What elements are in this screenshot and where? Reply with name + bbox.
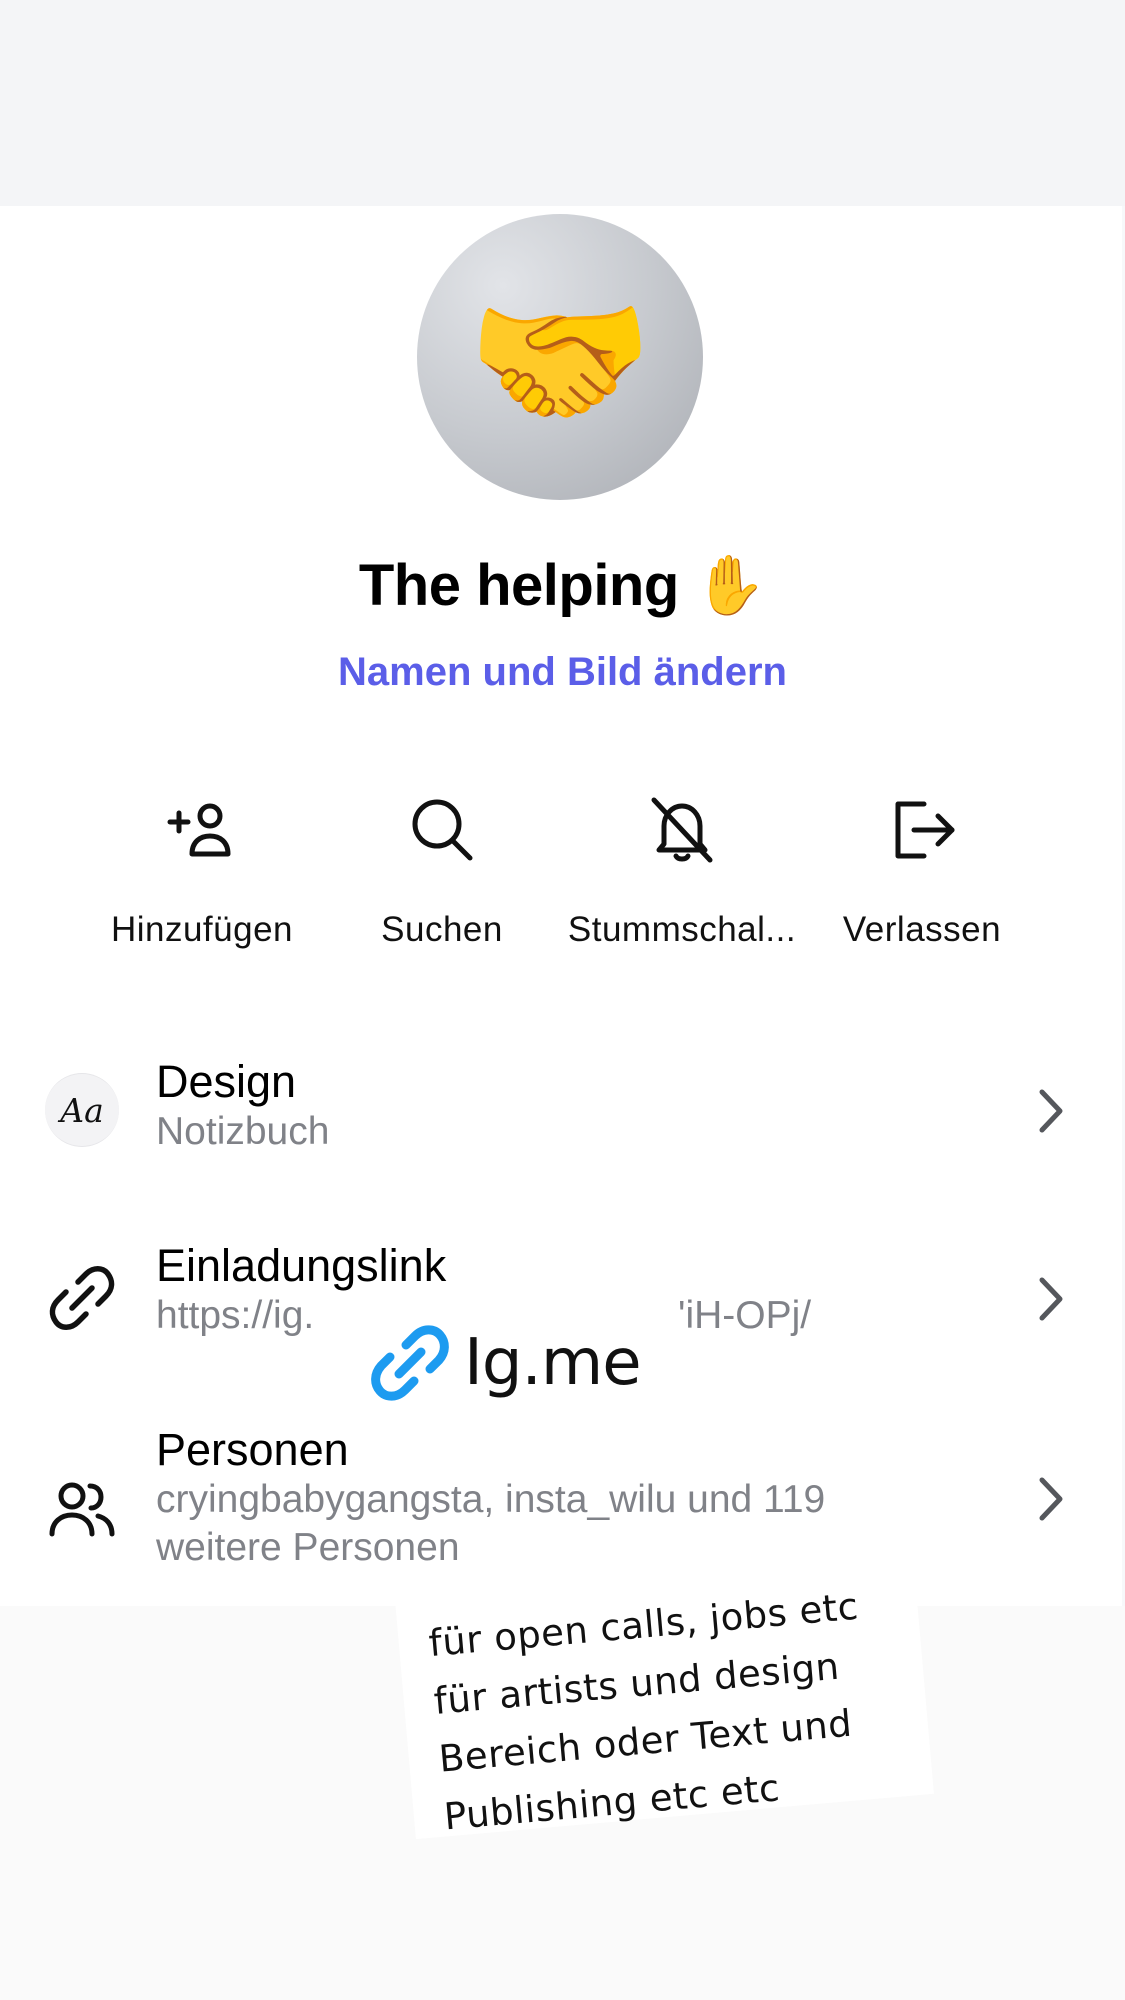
leave-label: Verlassen [842, 910, 1002, 949]
people-icon [44, 1470, 120, 1546]
search-button[interactable]: Suchen [322, 780, 562, 960]
top-background [0, 0, 1125, 206]
people-row[interactable]: Personen cryingbabygangsta, insta_wilu u… [0, 1418, 1122, 1578]
mute-button[interactable]: Stummschal... [562, 780, 802, 960]
link-icon [44, 1260, 120, 1336]
invite-link-title: Einladungslink [156, 1240, 447, 1291]
group-avatar[interactable]: 🤝 [417, 214, 703, 500]
people-title: Personen [156, 1424, 349, 1475]
search-label: Suchen [381, 910, 503, 949]
chevron-right-icon [1039, 1277, 1063, 1321]
bell-muted-icon [651, 797, 713, 863]
group-name: The helping ✋ [358, 553, 767, 618]
theme-icon: Aa [44, 1072, 120, 1148]
search-icon [412, 799, 473, 861]
design-title: Design [156, 1056, 297, 1107]
invite-link-url-start: https://ig. [156, 1294, 315, 1337]
add-button[interactable]: Hinzufügen [82, 780, 322, 960]
invite-link-url-end: 'iH-OPj/ [678, 1294, 812, 1337]
handshake-emoji: 🤝 [466, 277, 654, 445]
add-person-icon [167, 803, 231, 857]
design-subtitle: Notizbuch [156, 1110, 330, 1153]
link-sticker[interactable]: Ig.me [370, 1318, 642, 1408]
leave-icon [895, 801, 955, 859]
mute-label: Stummschal... [567, 910, 797, 949]
action-bar: Hinzufügen Suchen Stummschal... Verlasse… [82, 780, 1042, 960]
people-subtitle-line2: weitere Personen [156, 1526, 460, 1569]
aa-badge: Aa [45, 1073, 119, 1147]
chevron-right-icon [1039, 1477, 1063, 1521]
link-sticker-text: Ig.me [464, 1326, 642, 1400]
edit-name-and-photo-link[interactable]: Namen und Bild ändern [0, 650, 1125, 695]
link-sticker-icon [371, 1325, 449, 1401]
text-note: für open calls, jobs etc für artists und… [395, 1554, 934, 1840]
chevron-right-icon [1039, 1089, 1063, 1133]
leave-button[interactable]: Verlassen [802, 780, 1042, 960]
people-subtitle-line1: cryingbabygangsta, insta_wilu und 119 [156, 1478, 826, 1521]
design-row[interactable]: Aa Design Notizbuch [0, 1050, 1122, 1170]
add-label: Hinzufügen [110, 910, 294, 949]
